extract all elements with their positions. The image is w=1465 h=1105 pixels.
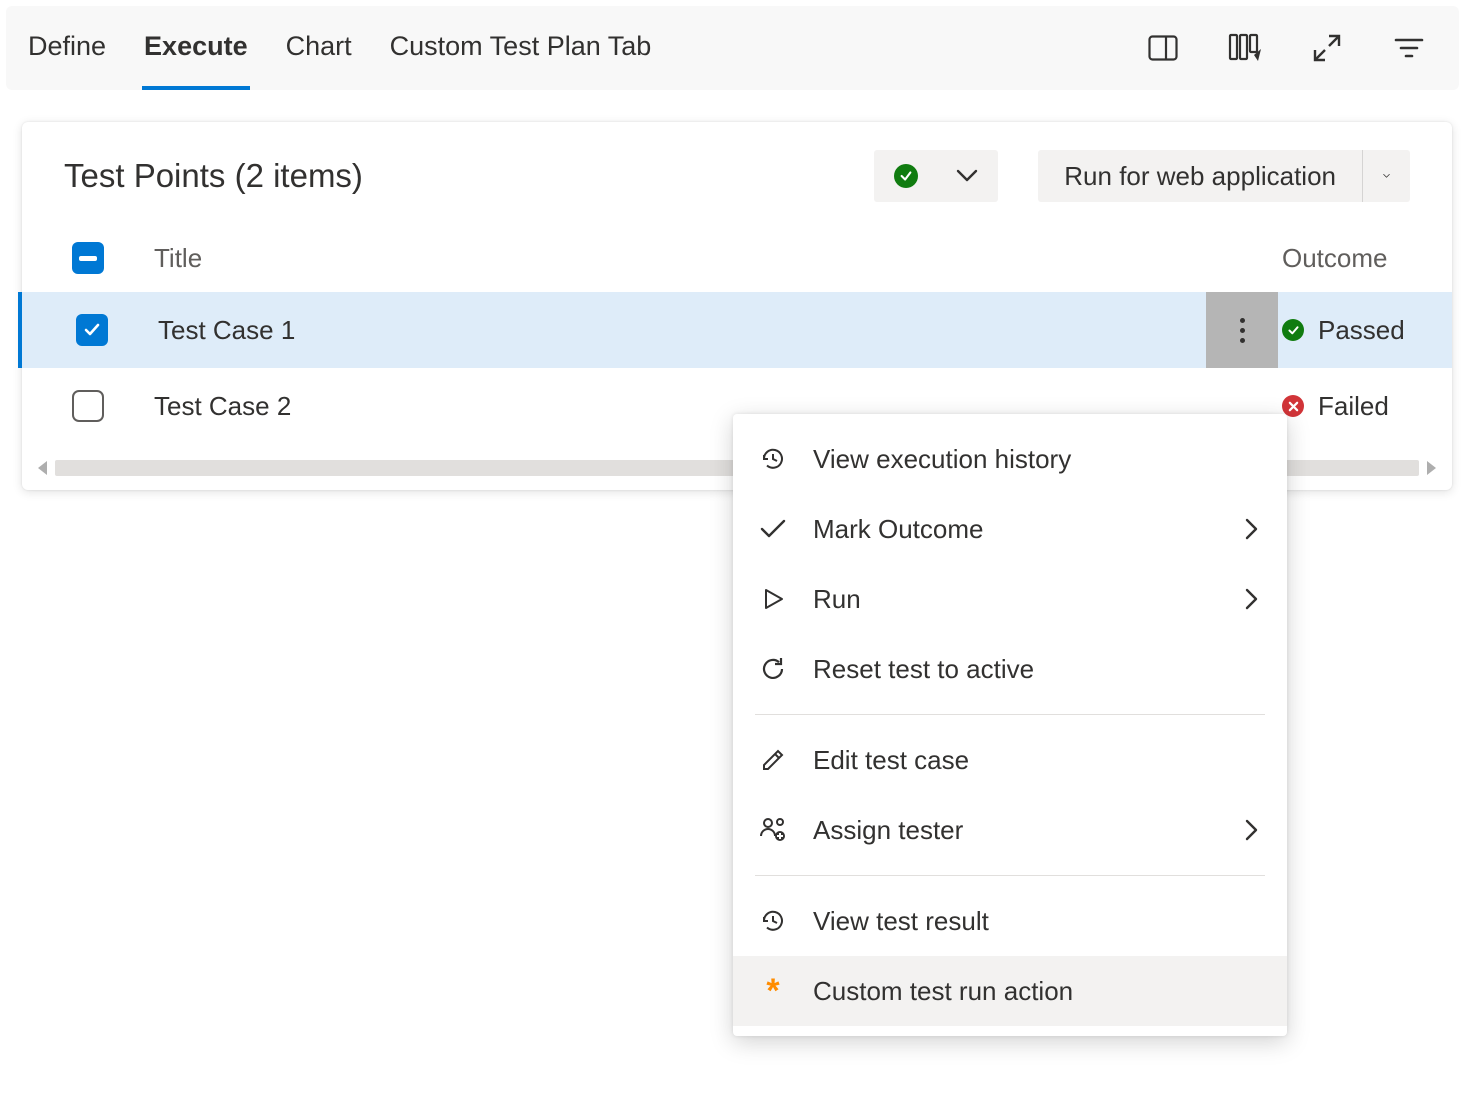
tab-chart[interactable]: Chart [284,7,354,90]
menu-mark-outcome[interactable]: Mark Outcome [733,494,1287,564]
panel-icon[interactable] [1143,28,1183,68]
outcome-label: Failed [1318,391,1389,422]
menu-label: Reset test to active [813,654,1227,685]
row-checkbox[interactable] [76,314,108,346]
tab-execute[interactable]: Execute [142,7,250,90]
assign-tester-icon [733,816,813,844]
row-title: Test Case 1 [158,315,1206,346]
play-icon [733,586,813,612]
chevron-down-icon [956,169,978,183]
more-actions-button[interactable] [1206,292,1278,368]
table-header: Title Outcome [22,230,1452,292]
columns-edit-icon[interactable] [1225,28,1265,68]
menu-custom-test-run-action[interactable]: * Custom test run action [733,956,1287,1026]
menu-label: Custom test run action [813,976,1227,1007]
menu-label: View execution history [813,444,1227,475]
select-all-checkbox[interactable] [72,242,104,274]
tab-custom-test-plan[interactable]: Custom Test Plan Tab [388,7,654,90]
menu-divider [755,714,1265,715]
chevron-right-icon [1227,819,1277,841]
menu-label: Edit test case [813,745,1227,776]
context-menu: View execution history Mark Outcome Run [733,414,1287,1036]
column-header-title[interactable]: Title [154,243,1282,274]
menu-edit-test-case[interactable]: Edit test case [733,725,1287,795]
menu-divider [755,875,1265,876]
chevron-right-icon [1227,518,1277,540]
menu-assign-tester[interactable]: Assign tester [733,795,1287,865]
more-icon [1240,318,1245,343]
passed-icon [1282,319,1304,341]
chevron-right-icon [1227,588,1277,610]
card-title: Test Points (2 items) [64,157,874,195]
menu-label: View test result [813,906,1227,937]
row-checkbox[interactable] [72,390,104,422]
menu-view-execution-history[interactable]: View execution history [733,424,1287,494]
passed-icon [894,164,918,188]
column-header-outcome[interactable]: Outcome [1282,243,1452,274]
menu-view-test-result[interactable]: View test result [733,886,1287,956]
menu-label: Mark Outcome [813,514,1227,545]
table-row[interactable]: Test Case 1 Passed [18,292,1452,368]
menu-reset-to-active[interactable]: Reset test to active [733,634,1287,704]
refresh-icon [733,655,813,683]
pencil-icon [733,747,813,773]
tabs-bar: Define Execute Chart Custom Test Plan Ta… [6,6,1459,90]
failed-icon [1282,395,1304,417]
history-icon [733,445,813,473]
menu-run[interactable]: Run [733,564,1287,634]
fullscreen-icon[interactable] [1307,28,1347,68]
checkmark-icon [733,517,813,541]
filter-icon[interactable] [1389,28,1429,68]
history-icon [733,907,813,935]
tab-define[interactable]: Define [26,7,108,90]
run-web-app-button[interactable]: Run for web application [1038,150,1362,202]
menu-label: Assign tester [813,815,1227,846]
scroll-left-icon [38,461,47,475]
outcome-label: Passed [1318,315,1405,346]
outcome-dropdown-button[interactable] [874,150,998,202]
scroll-right-icon [1427,461,1436,475]
menu-label: Run [813,584,1227,615]
chevron-down-icon [1383,169,1390,183]
run-dropdown-button[interactable] [1362,150,1410,202]
